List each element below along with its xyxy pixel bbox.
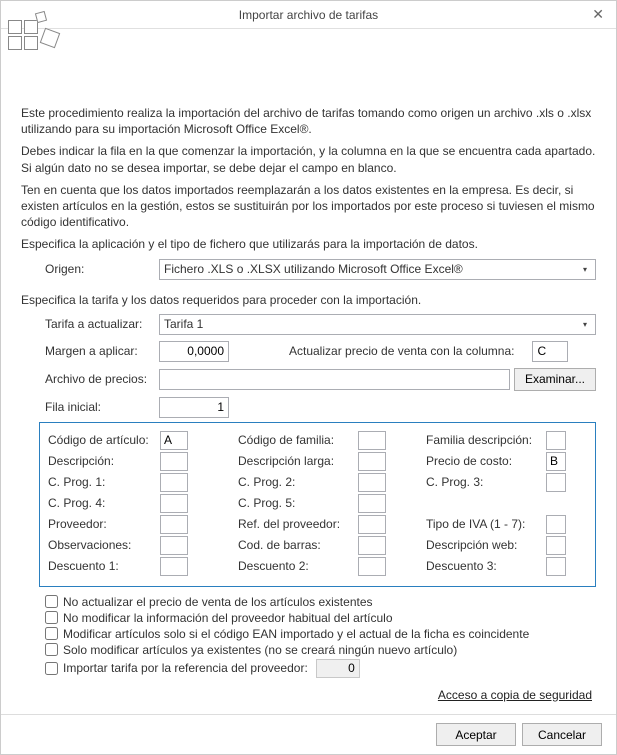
check-no-modificar-proveedor[interactable] bbox=[45, 611, 58, 624]
label-ref-proveedor: Ref. del proveedor: bbox=[238, 517, 340, 531]
chevron-down-icon: ▾ bbox=[578, 263, 592, 277]
close-icon[interactable]: ✕ bbox=[586, 5, 610, 23]
input-precio-costo[interactable] bbox=[546, 452, 566, 471]
label-observaciones: Observaciones: bbox=[48, 538, 131, 552]
input-codigo-articulo[interactable] bbox=[160, 431, 188, 450]
label-tipo-iva: Tipo de IVA (1 - 7): bbox=[426, 517, 525, 531]
label-desc3: Descuento 3: bbox=[426, 559, 497, 573]
titlebar: Importar archivo de tarifas ✕ bbox=[1, 1, 616, 29]
check-no-modificar-proveedor-label: No modificar la información del proveedo… bbox=[63, 611, 393, 625]
check-importar-por-ref[interactable] bbox=[45, 662, 58, 675]
input-desc-web[interactable] bbox=[546, 536, 566, 555]
intro-paragraph-1: Este procedimiento realiza la importació… bbox=[21, 105, 596, 137]
input-cod-barras[interactable] bbox=[358, 536, 386, 555]
label-codigo-articulo: Código de artículo: bbox=[48, 433, 149, 447]
check-no-actualizar-precio[interactable] bbox=[45, 595, 58, 608]
label-cprog1: C. Prog. 1: bbox=[48, 475, 105, 489]
input-desc3[interactable] bbox=[546, 557, 566, 576]
input-cprog2[interactable] bbox=[358, 473, 386, 492]
label-familia-desc: Familia descripción: bbox=[426, 433, 532, 447]
input-cprog3[interactable] bbox=[546, 473, 566, 492]
input-tipo-iva[interactable] bbox=[546, 515, 566, 534]
browse-button[interactable]: Examinar... bbox=[514, 368, 596, 391]
input-cprog1[interactable] bbox=[160, 473, 188, 492]
input-cprog5[interactable] bbox=[358, 494, 386, 513]
check-importar-por-ref-label: Importar tarifa por la referencia del pr… bbox=[63, 661, 308, 675]
input-desc1[interactable] bbox=[160, 557, 188, 576]
chevron-down-icon: ▾ bbox=[578, 318, 592, 332]
window-title: Importar archivo de tarifas bbox=[239, 8, 378, 22]
actualizar-col-label: Actualizar precio de venta con la column… bbox=[289, 344, 514, 358]
input-desc2[interactable] bbox=[358, 557, 386, 576]
importar-por-ref-value bbox=[316, 659, 360, 678]
fila-inicial-label: Fila inicial: bbox=[45, 400, 149, 414]
input-cprog4[interactable] bbox=[160, 494, 188, 513]
label-cprog4: C. Prog. 4: bbox=[48, 496, 105, 510]
intro-paragraph-3: Ten en cuenta que los datos importados r… bbox=[21, 182, 596, 231]
check-ean-coincidente-label: Modificar artículos solo si el código EA… bbox=[63, 627, 529, 641]
margen-label: Margen a aplicar: bbox=[45, 344, 149, 358]
label-proveedor: Proveedor: bbox=[48, 517, 107, 531]
input-codigo-familia[interactable] bbox=[358, 431, 386, 450]
intro-paragraph-4: Especifica la aplicación y el tipo de fi… bbox=[21, 236, 596, 252]
archivo-input[interactable] bbox=[159, 369, 510, 390]
cancel-button[interactable]: Cancelar bbox=[522, 723, 602, 746]
input-proveedor[interactable] bbox=[160, 515, 188, 534]
check-no-actualizar-precio-label: No actualizar el precio de venta de los … bbox=[63, 595, 373, 609]
ok-button[interactable]: Aceptar bbox=[436, 723, 516, 746]
fila-inicial-input[interactable] bbox=[159, 397, 229, 418]
label-desc-larga: Descripción larga: bbox=[238, 454, 334, 468]
column-map-box: Código de artículo: Código de familia: F… bbox=[39, 422, 596, 587]
tarifa-label: Tarifa a actualizar: bbox=[45, 317, 149, 331]
label-cprog2: C. Prog. 2: bbox=[238, 475, 295, 489]
label-codigo-familia: Código de familia: bbox=[238, 433, 334, 447]
label-cprog5: C. Prog. 5: bbox=[238, 496, 295, 510]
label-desc2: Descuento 2: bbox=[238, 559, 309, 573]
input-familia-desc[interactable] bbox=[546, 431, 566, 450]
actualizar-col-input[interactable] bbox=[532, 341, 568, 362]
check-solo-existentes-label: Solo modificar artículos ya existentes (… bbox=[63, 643, 457, 657]
origen-select[interactable]: Fichero .XLS o .XLSX utilizando Microsof… bbox=[159, 259, 596, 280]
check-ean-coincidente[interactable] bbox=[45, 627, 58, 640]
label-desc-web: Descripción web: bbox=[426, 538, 517, 552]
app-logo bbox=[6, 18, 66, 66]
margen-input[interactable] bbox=[159, 341, 229, 362]
input-ref-proveedor[interactable] bbox=[358, 515, 386, 534]
label-cprog3: C. Prog. 3: bbox=[426, 475, 483, 489]
origen-label: Origen: bbox=[45, 262, 149, 276]
archivo-label: Archivo de precios: bbox=[45, 372, 149, 386]
input-observaciones[interactable] bbox=[160, 536, 188, 555]
origen-value: Fichero .XLS o .XLSX utilizando Microsof… bbox=[164, 262, 463, 276]
tarifa-select[interactable]: Tarifa 1 ▾ bbox=[159, 314, 596, 335]
tarifa-value: Tarifa 1 bbox=[164, 317, 203, 331]
label-precio-costo: Precio de costo: bbox=[426, 454, 512, 468]
label-cod-barras: Cod. de barras: bbox=[238, 538, 321, 552]
check-solo-existentes[interactable] bbox=[45, 643, 58, 656]
intro-paragraph-5: Especifica la tarifa y los datos requeri… bbox=[21, 292, 596, 308]
input-descripcion[interactable] bbox=[160, 452, 188, 471]
label-descripcion: Descripción: bbox=[48, 454, 114, 468]
label-desc1: Descuento 1: bbox=[48, 559, 119, 573]
input-desc-larga[interactable] bbox=[358, 452, 386, 471]
intro-paragraph-2: Debes indicar la fila en la que comenzar… bbox=[21, 143, 596, 175]
backup-link[interactable]: Acceso a copia de seguridad bbox=[438, 688, 592, 702]
